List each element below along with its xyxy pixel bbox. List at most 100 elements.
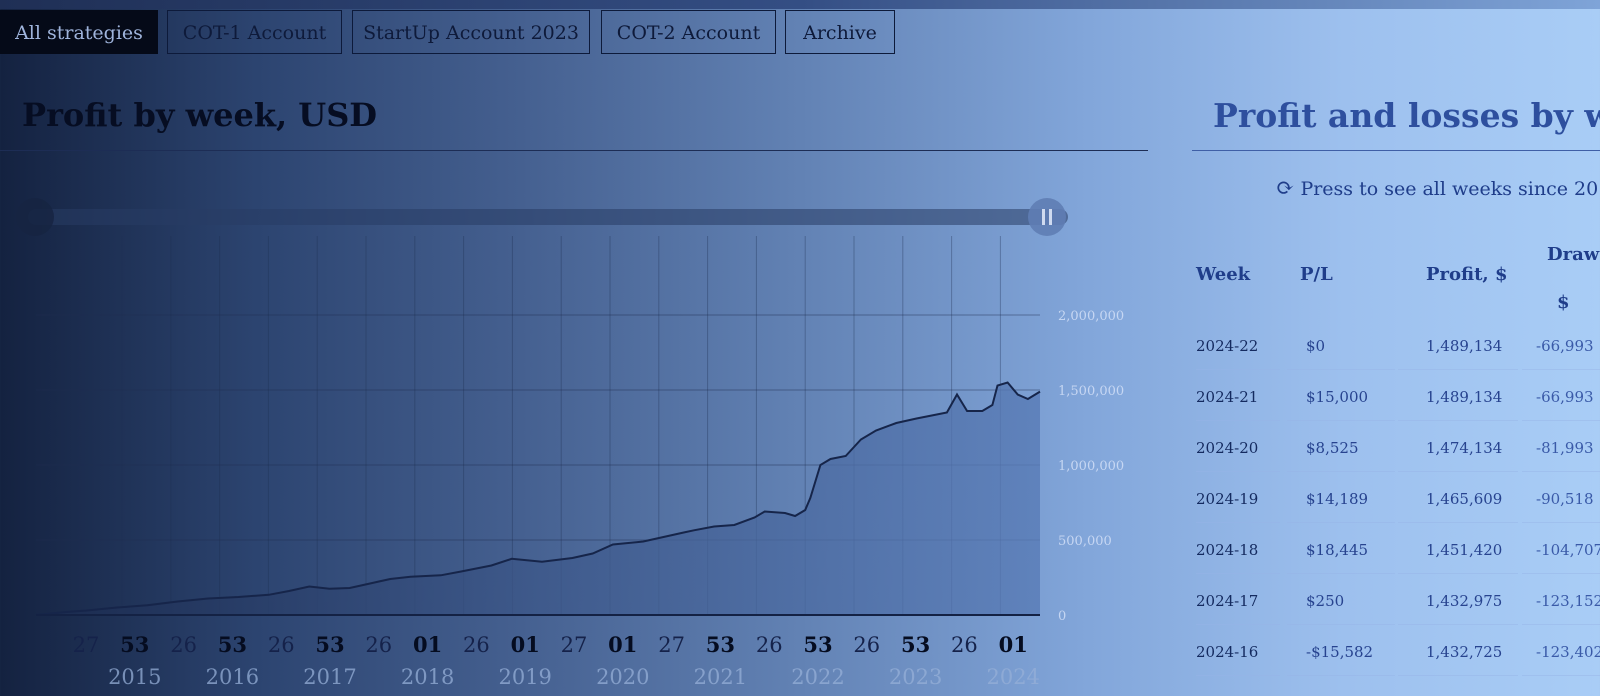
row-divider	[1196, 522, 1280, 523]
x-week-label: 01	[413, 632, 442, 657]
cell-profit: 1,489,134	[1426, 388, 1503, 406]
x-week-label: 26	[951, 633, 978, 657]
tab-all-strategies[interactable]: All strategies	[0, 10, 158, 54]
cell-week: 2024-21	[1196, 388, 1259, 406]
cell-pl: $14,189	[1306, 490, 1369, 508]
x-week-label: 27	[658, 633, 685, 657]
row-divider	[1398, 522, 1518, 523]
x-week-label: 01	[511, 632, 540, 657]
show-all-weeks-label: Press to see all weeks since 201	[1300, 178, 1600, 200]
row-divider	[1196, 369, 1280, 370]
x-year-label: 2020	[596, 665, 649, 689]
top-accent-bar	[0, 0, 1600, 9]
cell-drawdown: -123,152	[1536, 592, 1600, 610]
row-divider	[1398, 624, 1518, 625]
x-week-label: 26	[463, 633, 490, 657]
cell-week: 2024-19	[1196, 490, 1259, 508]
col-header-week: Week	[1196, 264, 1251, 285]
x-week-label: 53	[315, 632, 344, 657]
row-divider	[1196, 624, 1280, 625]
row-divider	[1522, 420, 1600, 421]
row-divider	[1196, 675, 1280, 676]
x-year-label: 2015	[108, 665, 161, 689]
row-divider	[1287, 573, 1395, 574]
cell-week: 2024-20	[1196, 439, 1259, 457]
row-divider	[1398, 471, 1518, 472]
row-divider	[1522, 471, 1600, 472]
x-week-label: 27	[561, 633, 588, 657]
heading-divider-right	[1192, 150, 1600, 151]
col-header-drawdown-unit: $	[1557, 292, 1570, 313]
row-divider	[1287, 420, 1395, 421]
range-slider-end-handle[interactable]	[1028, 198, 1066, 236]
profit-chart-heading: Profit by week, USD	[22, 96, 378, 134]
row-divider	[1522, 522, 1600, 523]
y-tick-label: 2,000,000	[1058, 309, 1124, 324]
x-week-label: 53	[218, 632, 247, 657]
tab-startup-account-2023[interactable]: StartUp Account 2023	[352, 10, 590, 54]
row-divider	[1522, 369, 1600, 370]
x-week-label: 53	[901, 632, 930, 657]
cell-drawdown: -123,402	[1536, 643, 1600, 661]
x-week-label: 01	[608, 632, 637, 657]
cell-week: 2024-17	[1196, 592, 1259, 610]
cell-pl: $15,000	[1306, 388, 1369, 406]
range-slider-start-handle[interactable]	[16, 198, 54, 236]
row-divider	[1522, 624, 1600, 625]
col-header-drawdown: Draw	[1547, 244, 1600, 265]
x-year-label: 2022	[791, 665, 844, 689]
row-divider	[1398, 420, 1518, 421]
row-divider	[1196, 471, 1280, 472]
y-tick-label: 1,500,000	[1058, 384, 1124, 399]
tab-cot-1-account[interactable]: COT-1 Account	[167, 10, 342, 54]
cell-drawdown: -66,993	[1536, 337, 1594, 355]
x-year-label: 2024	[986, 665, 1039, 689]
row-divider	[1287, 369, 1395, 370]
x-week-label: 53	[120, 632, 149, 657]
col-header-pl: P/L	[1300, 264, 1333, 285]
x-year-label: 2019	[498, 665, 551, 689]
cell-profit: 1,489,134	[1426, 337, 1503, 355]
cell-drawdown: -81,993	[1536, 439, 1594, 457]
cell-pl: $250	[1306, 592, 1345, 610]
row-divider	[1522, 573, 1600, 574]
row-divider	[1398, 675, 1518, 676]
x-week-label: 26	[756, 633, 783, 657]
pl-table-heading: Profit and losses by we	[1213, 96, 1600, 135]
x-year-label: 2016	[206, 665, 259, 689]
cell-profit: 1,432,975	[1426, 592, 1503, 610]
cell-drawdown: -104,707	[1536, 541, 1600, 559]
row-divider	[1196, 420, 1280, 421]
x-week-label: 26	[170, 633, 197, 657]
x-year-label: 2017	[303, 665, 356, 689]
cell-pl: $18,445	[1306, 541, 1369, 559]
x-week-label: 27	[73, 633, 100, 657]
refresh-icon: ⟳	[1276, 176, 1295, 201]
cell-week: 2024-16	[1196, 643, 1259, 661]
col-header-profit: Profit, $	[1426, 264, 1508, 285]
cell-drawdown: -90,518	[1536, 490, 1594, 508]
row-divider	[1196, 573, 1280, 574]
y-tick-label: 500,000	[1058, 534, 1112, 549]
cell-profit: 1,451,420	[1426, 541, 1503, 559]
cell-pl: -$15,582	[1306, 643, 1374, 661]
cell-profit: 1,432,725	[1426, 643, 1503, 661]
x-year-label: 2018	[401, 665, 454, 689]
tab-cot-2-account[interactable]: COT-2 Account	[601, 10, 776, 54]
cell-pl: $8,525	[1306, 439, 1359, 457]
cell-week: 2024-18	[1196, 541, 1259, 559]
x-week-label: 53	[803, 632, 832, 657]
cell-drawdown: -66,993	[1536, 388, 1594, 406]
show-all-weeks-button[interactable]: ⟳ Press to see all weeks since 201	[1276, 176, 1600, 201]
row-divider	[1287, 675, 1395, 676]
cell-week: 2024-22	[1196, 337, 1259, 355]
profit-area	[36, 382, 1040, 615]
profit-area-chart: 0 500,000 1,000,000 1,500,000 2,000,000 27 53 2…	[35, 236, 1124, 689]
x-week-label: 26	[365, 633, 392, 657]
range-slider-track[interactable]	[28, 209, 1068, 225]
x-week-label: 53	[706, 632, 735, 657]
y-tick-label: 1,000,000	[1058, 459, 1124, 474]
row-divider	[1287, 471, 1395, 472]
x-week-label: 26	[268, 633, 295, 657]
tab-archive[interactable]: Archive	[785, 10, 895, 54]
